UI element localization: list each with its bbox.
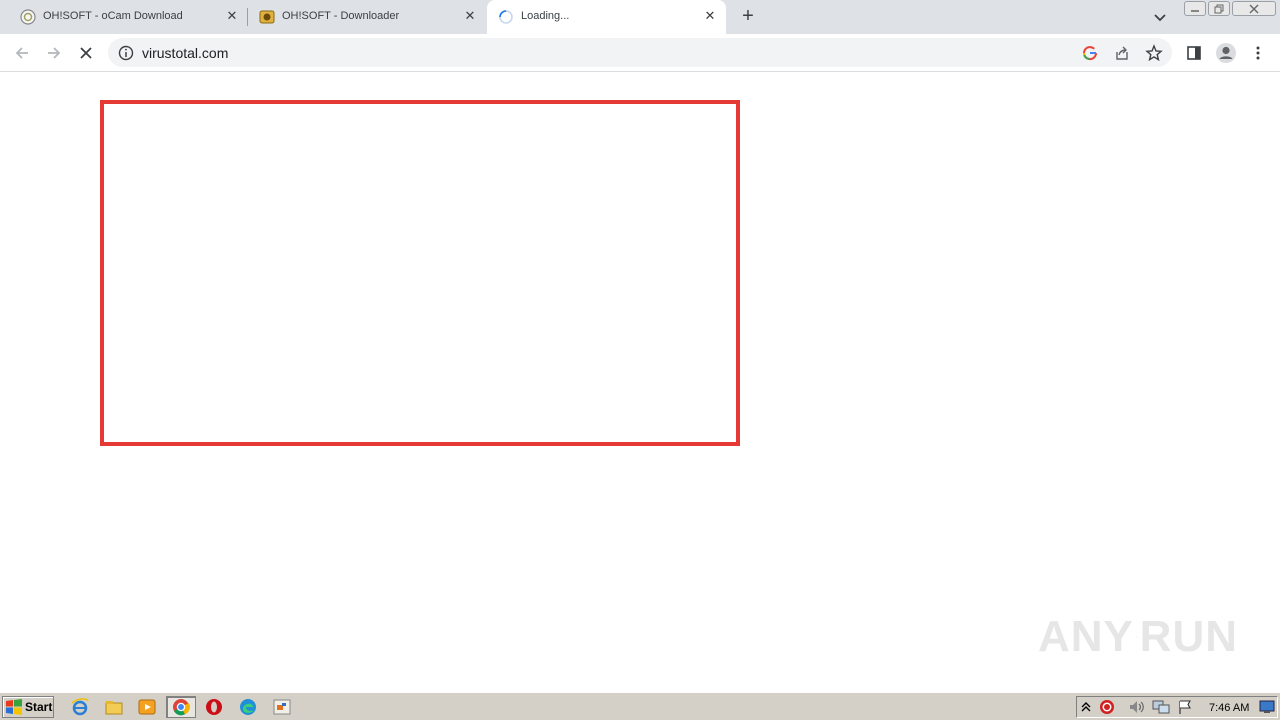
page-content: ANY RUN — [0, 72, 1280, 692]
internet-explorer-icon[interactable] — [70, 697, 90, 717]
close-icon — [1249, 4, 1259, 13]
close-icon[interactable]: ✕ — [702, 8, 718, 24]
side-panel-icon — [1187, 46, 1201, 60]
windows-taskbar: Start 7:46 AM — [0, 692, 1280, 720]
ocam-favicon — [20, 9, 36, 25]
side-panel-button[interactable] — [1184, 43, 1204, 63]
tab-strip: OH!SOFT - oCam Download ✕ OH!SOFT - Down… — [0, 0, 1280, 34]
clock[interactable]: 7:46 AM — [1209, 702, 1249, 714]
show-desktop-icon[interactable] — [1259, 700, 1275, 714]
url-text[interactable]: virustotal.com — [142, 45, 228, 61]
edge-icon[interactable] — [238, 697, 258, 717]
tab-search-chevron-icon[interactable] — [1152, 9, 1168, 25]
system-tray: 7:46 AM — [1076, 696, 1278, 718]
google-lens-icon[interactable] — [1081, 44, 1099, 62]
tab-ocam-download[interactable]: OH!SOFT - oCam Download ✕ — [8, 0, 246, 34]
network-icon[interactable] — [1152, 699, 1170, 715]
chrome-icon — [173, 699, 190, 716]
file-explorer-icon[interactable] — [104, 697, 124, 717]
watermark-text-right: RUN — [1139, 612, 1238, 661]
ocam-taskbar-icon[interactable] — [272, 697, 292, 717]
window-close-button[interactable] — [1232, 1, 1276, 16]
tab-loading[interactable]: Loading... ✕ — [487, 0, 726, 34]
arrow-left-icon — [15, 47, 28, 59]
recording-icon[interactable] — [1099, 699, 1115, 715]
media-player-icon[interactable] — [137, 697, 157, 717]
address-bar[interactable]: virustotal.com — [108, 38, 1172, 67]
info-icon[interactable] — [117, 44, 135, 62]
browser-toolbar: virustotal.com — [0, 34, 1280, 72]
watermark-text-left: ANY — [1038, 612, 1134, 661]
opera-icon[interactable] — [204, 697, 224, 717]
new-tab-button[interactable]: + — [738, 6, 758, 27]
volume-icon[interactable] — [1128, 699, 1146, 715]
highlight-frame — [100, 100, 740, 446]
tab-title: OH!SOFT - oCam Download — [43, 10, 183, 22]
tab-title: OH!SOFT - Downloader — [282, 10, 400, 22]
stop-x-icon — [80, 47, 92, 59]
avatar-icon — [1216, 43, 1236, 63]
share-icon[interactable] — [1113, 44, 1131, 62]
menu-button[interactable] — [1248, 43, 1268, 63]
windows-logo-icon — [6, 699, 22, 715]
loading-spinner-icon — [499, 10, 513, 24]
stop-loading-button[interactable] — [76, 43, 96, 63]
minimize-button[interactable] — [1184, 1, 1206, 16]
kebab-menu-icon — [1256, 46, 1260, 60]
action-center-flag-icon[interactable] — [1177, 699, 1193, 715]
restore-icon — [1214, 4, 1224, 13]
start-label: Start — [25, 700, 53, 714]
back-button[interactable] — [12, 43, 32, 63]
close-icon[interactable]: ✕ — [224, 8, 240, 24]
forward-button[interactable] — [44, 43, 64, 63]
minimize-icon — [1191, 9, 1199, 12]
show-hidden-icons-icon[interactable] — [1081, 700, 1091, 714]
start-button[interactable]: Start — [2, 696, 54, 718]
play-triangle-icon — [1136, 636, 1138, 638]
bookmark-star-icon[interactable] — [1145, 44, 1163, 62]
arrow-right-icon — [48, 47, 61, 59]
close-icon[interactable]: ✕ — [462, 8, 478, 24]
chrome-taskbar-button[interactable] — [166, 696, 196, 718]
downloader-favicon — [259, 10, 275, 24]
tab-downloader[interactable]: OH!SOFT - Downloader ✕ — [248, 0, 486, 34]
profile-button[interactable] — [1215, 42, 1237, 64]
tab-title: Loading... — [521, 10, 570, 22]
restore-button[interactable] — [1208, 1, 1230, 16]
anyrun-watermark: ANY RUN — [1038, 607, 1238, 667]
